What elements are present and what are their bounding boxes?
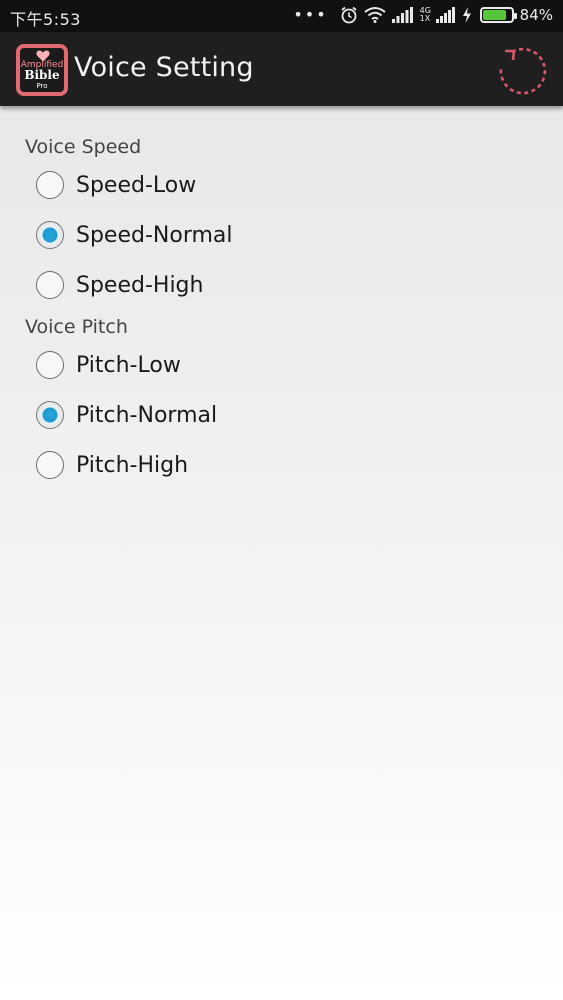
radio-button[interactable] xyxy=(36,401,64,429)
radio-option[interactable]: Speed-Normal xyxy=(36,210,563,260)
radio-button[interactable] xyxy=(36,451,64,479)
app-logo-line2: Bible xyxy=(24,68,60,82)
section-label: Voice Pitch xyxy=(25,316,128,338)
app-logo-line3: Pro xyxy=(36,82,48,90)
settings-content: Voice Speed Speed-Low Speed-Normal Speed… xyxy=(0,120,563,490)
radio-label: Pitch-High xyxy=(76,452,189,478)
voice-pitch-section: Voice Pitch Pitch-Low Pitch-Normal Pitch… xyxy=(0,314,563,490)
more-notifications-icon: ••• xyxy=(293,5,328,24)
radio-option[interactable]: Speed-High xyxy=(36,260,563,310)
radio-option[interactable]: Pitch-Normal xyxy=(36,390,563,440)
radio-label: Pitch-Normal xyxy=(76,402,218,428)
radio-button[interactable] xyxy=(36,351,64,379)
refresh-button[interactable] xyxy=(495,43,549,97)
signal-icon-1 xyxy=(391,6,413,23)
radio-option[interactable]: Pitch-High xyxy=(36,440,563,490)
radio-option[interactable]: Speed-Low xyxy=(36,160,563,210)
status-bar: 下午5:53 ••• 4G 1X 84% xyxy=(0,0,563,32)
action-bar: Amplified Bible Pro Voice Setting xyxy=(0,32,563,106)
battery-percent: 84% xyxy=(519,5,553,24)
battery-level xyxy=(482,9,506,20)
radio-label: Speed-Normal xyxy=(76,222,233,248)
radio-label: Speed-High xyxy=(76,272,204,298)
radio-option[interactable]: Pitch-Low xyxy=(36,340,563,390)
charging-icon xyxy=(462,6,471,23)
section-label: Voice Speed xyxy=(25,136,142,158)
radio-button[interactable] xyxy=(36,221,64,249)
radio-button[interactable] xyxy=(36,271,64,299)
radio-button[interactable] xyxy=(36,171,64,199)
radio-label: Speed-Low xyxy=(76,172,197,198)
battery-icon xyxy=(479,6,517,23)
radio-label: Pitch-Low xyxy=(76,352,181,378)
status-time: 下午5:53 xyxy=(10,10,81,29)
network-type: 4G 1X xyxy=(419,5,431,23)
alarm-icon xyxy=(341,6,357,23)
app-logo[interactable]: Amplified Bible Pro xyxy=(16,44,68,96)
voice-speed-section: Voice Speed Speed-Low Speed-Normal Speed… xyxy=(0,134,563,310)
signal-icon-2 xyxy=(435,6,455,23)
status-icons: ••• 4G 1X 84% xyxy=(293,5,553,24)
wifi-icon xyxy=(364,7,386,23)
refresh-icon xyxy=(499,47,547,95)
page-title: Voice Setting xyxy=(74,52,254,83)
